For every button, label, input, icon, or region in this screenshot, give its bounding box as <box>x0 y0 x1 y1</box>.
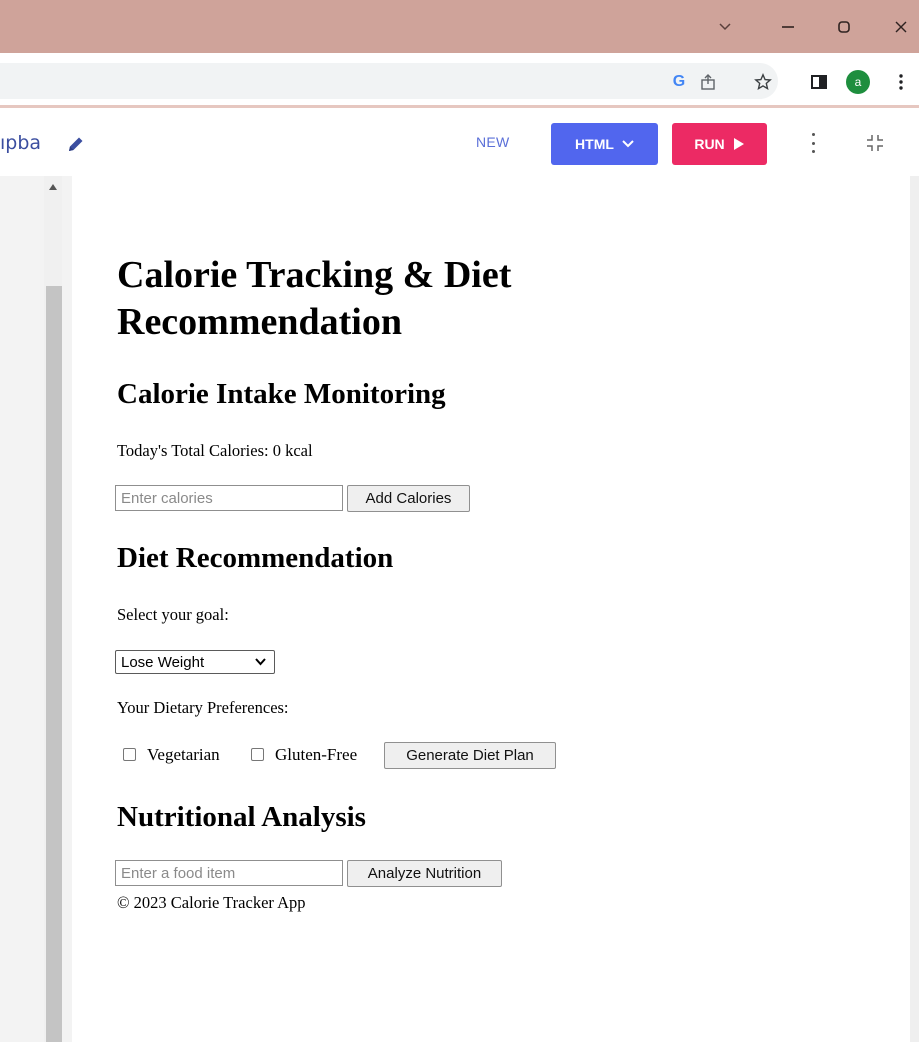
run-button[interactable]: RUN <box>672 123 767 165</box>
goal-select[interactable]: Lose Weight <box>115 650 275 674</box>
new-label[interactable]: NEW <box>476 134 510 150</box>
restore-icon[interactable] <box>829 14 859 40</box>
profile-initial: a <box>854 75 862 89</box>
close-icon[interactable] <box>886 14 916 40</box>
project-name[interactable]: ıpba <box>0 132 41 154</box>
chevron-down-icon <box>255 658 266 666</box>
preview-right-edge <box>910 176 919 1042</box>
tab-search-icon[interactable] <box>710 14 740 40</box>
profile-avatar[interactable]: a <box>846 70 870 94</box>
gluten-free-label: Gluten-Free <box>275 745 358 764</box>
footer-text: © 2023 Calorie Tracker App <box>117 893 306 912</box>
play-icon <box>733 138 744 150</box>
vegetarian-label: Vegetarian <box>147 745 220 764</box>
html-button-label: HTML <box>575 136 614 152</box>
share-icon[interactable] <box>697 71 719 93</box>
page-title: Calorie Tracking & Diet Recommendation <box>117 254 512 343</box>
goal-label: Select your goal: <box>117 605 229 624</box>
pencil-icon[interactable] <box>66 134 86 154</box>
nutrition-section-heading: Nutritional Analysis <box>117 801 366 833</box>
diet-section-heading: Diet Recommendation <box>117 542 394 574</box>
food-item-input[interactable] <box>115 860 343 886</box>
preferences-label: Your Dietary Preferences: <box>117 698 289 717</box>
analyze-nutrition-button[interactable]: Analyze Nutrition <box>347 860 502 887</box>
total-calories-text: Today's Total Calories: 0 kcal <box>117 441 313 460</box>
generate-diet-plan-button[interactable]: Generate Diet Plan <box>384 742 556 769</box>
google-icon[interactable]: G <box>668 71 690 93</box>
preview-pane: Calorie Tracking & Diet Recommendation C… <box>72 176 910 1042</box>
editor-header: ıpba NEW HTML RUN <box>0 108 919 176</box>
collapse-icon[interactable] <box>864 132 886 154</box>
calories-input[interactable] <box>115 485 343 511</box>
sidepanel-icon[interactable] <box>808 71 830 93</box>
run-button-label: RUN <box>694 136 725 152</box>
scrollbar-thumb[interactable] <box>46 286 62 1042</box>
star-icon[interactable] <box>752 71 774 93</box>
gluten-free-checkbox[interactable] <box>251 748 264 761</box>
more-options-icon[interactable] <box>805 130 821 156</box>
goal-select-value: Lose Weight <box>121 653 205 671</box>
minimize-icon[interactable] <box>773 14 803 40</box>
calorie-section-heading: Calorie Intake Monitoring <box>117 378 446 410</box>
chevron-down-icon <box>622 140 634 148</box>
google-glyph: G <box>672 73 686 90</box>
scroll-up-arrow-icon[interactable] <box>49 184 57 190</box>
browser-titlebar <box>0 0 919 53</box>
add-calories-button[interactable]: Add Calories <box>347 485 470 512</box>
browser-toolbar: G a <box>0 53 919 108</box>
html-button[interactable]: HTML <box>551 123 658 165</box>
vegetarian-checkbox[interactable] <box>123 748 136 761</box>
menu-icon[interactable] <box>890 71 912 93</box>
address-bar[interactable] <box>0 63 778 99</box>
